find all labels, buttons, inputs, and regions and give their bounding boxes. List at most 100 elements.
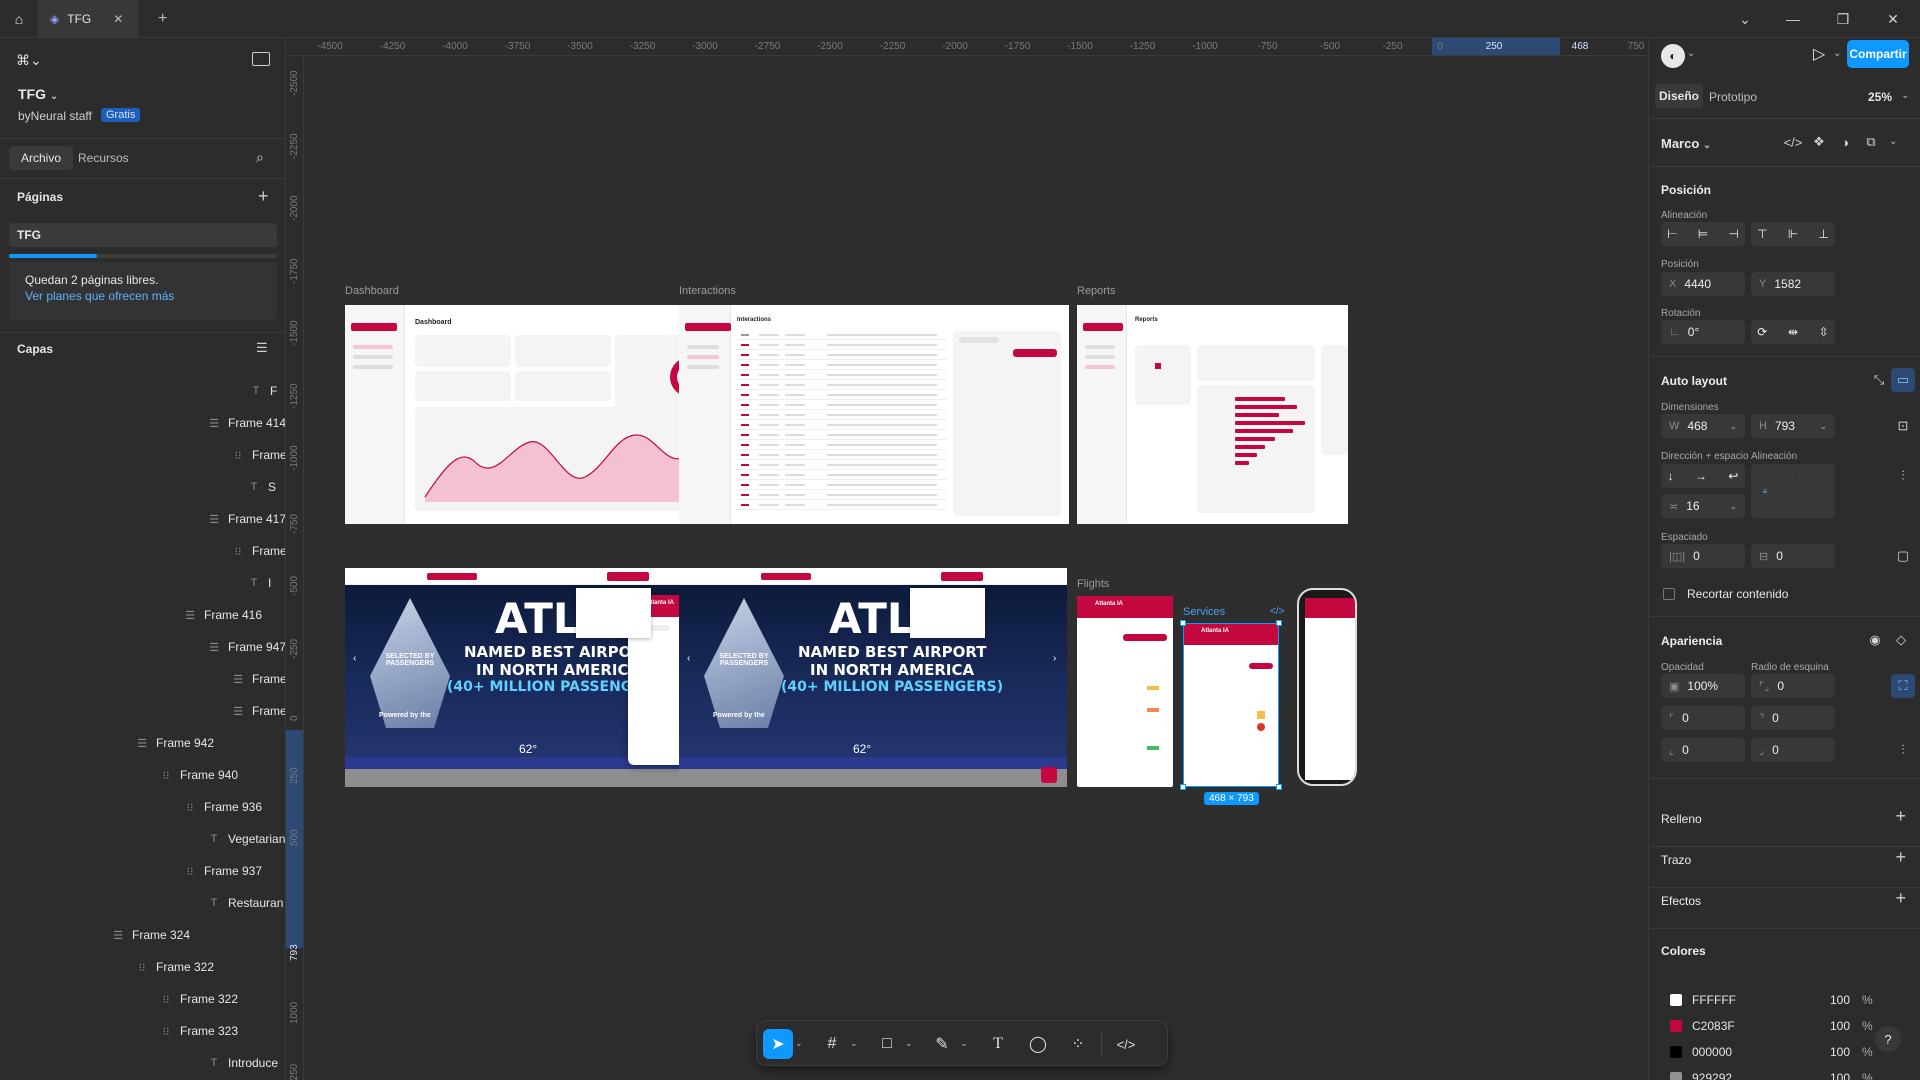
frame-label-interactions[interactable]: Interactions xyxy=(679,285,736,297)
add-stroke-icon[interactable]: + xyxy=(1895,847,1906,868)
layer-row[interactable]: T Vegetarian xyxy=(208,826,285,852)
present-play-icon[interactable]: ▷ xyxy=(1813,44,1825,64)
height-field[interactable]: H 793 ⌄ xyxy=(1751,414,1835,438)
mask-icon[interactable]: ◑ xyxy=(1833,130,1857,154)
home-tab[interactable]: ⌂ xyxy=(0,0,38,38)
frame-type-label[interactable]: Marco ⌄ xyxy=(1661,136,1711,151)
chevron-down-icon[interactable]: ⌄ xyxy=(795,1038,803,1049)
width-field[interactable]: W 468 ⌄ xyxy=(1661,414,1745,438)
file-tab[interactable]: ◈ TFG ✕ xyxy=(38,0,138,38)
text-tool-icon[interactable]: T xyxy=(983,1029,1013,1059)
rotation-field[interactable]: ∟ 0° xyxy=(1661,320,1745,344)
tab-prototipo[interactable]: Prototipo xyxy=(1709,90,1757,104)
chat-toggle-button[interactable] xyxy=(1041,767,1057,783)
collapse-layers-icon[interactable]: ☰ xyxy=(256,340,268,356)
minimize-button[interactable]: — xyxy=(1770,0,1816,38)
code-icon[interactable]: </> xyxy=(1781,130,1805,154)
clip-content-checkbox[interactable] xyxy=(1663,588,1675,600)
layer-row[interactable]: ☰ Frame 942 xyxy=(136,730,214,756)
components-tool-icon[interactable]: ⁘ xyxy=(1063,1029,1093,1059)
align-center-h-icon[interactable]: ⊨ xyxy=(1698,227,1708,241)
chevron-down-icon[interactable]: ⌄ xyxy=(1833,48,1841,59)
collapse-autolayout-icon[interactable]: ⤡ xyxy=(1867,368,1891,392)
constrain-proportions-icon[interactable]: ⊡ xyxy=(1891,414,1915,438)
layer-row[interactable]: T Restauran xyxy=(208,890,284,916)
boolean-icon[interactable]: ⧉ xyxy=(1859,130,1883,154)
color-style-row[interactable]: 000000 100% xyxy=(1661,1040,1909,1064)
frame-label-dashboard[interactable]: Dashboard xyxy=(345,285,399,297)
y-field[interactable]: Y 1582 xyxy=(1751,272,1835,296)
rotate-icon[interactable]: ⟳ xyxy=(1757,325,1767,339)
autolayout-icon[interactable]: ▭ xyxy=(1891,368,1915,392)
radius-top-left-field[interactable]: ⌜ 0 xyxy=(1661,706,1745,730)
pen-tool-icon[interactable]: ✎ xyxy=(927,1029,957,1059)
tab-recursos[interactable]: Recursos xyxy=(78,151,129,165)
chevron-down-icon[interactable]: ⌄ xyxy=(1722,0,1768,38)
project-name[interactable]: TFG ⌄ xyxy=(18,86,58,102)
frame-interactions[interactable]: Interactions xyxy=(679,305,1069,524)
layer-row[interactable]: ⁝⁝ Frame 940 xyxy=(160,762,239,788)
frame-reports[interactable]: Reports xyxy=(1077,305,1348,524)
x-field[interactable]: X 4440 xyxy=(1661,272,1745,296)
align-left-icon[interactable]: ⊢ xyxy=(1667,227,1677,241)
add-fill-icon[interactable]: + xyxy=(1895,806,1906,827)
zoom-level[interactable]: 25% xyxy=(1868,90,1892,104)
padding-vertical-field[interactable]: ⊟ 0 xyxy=(1751,544,1835,568)
design-canvas[interactable]: Dashboard Dashboard Interactions Interac… xyxy=(304,56,1648,1080)
opacity-field[interactable]: ▣ 100% xyxy=(1661,674,1745,698)
plan-badge[interactable]: Gratis xyxy=(101,108,141,122)
frame-label-services[interactable]: Services xyxy=(1183,606,1225,618)
tab-archivo[interactable]: Archivo xyxy=(9,146,73,170)
color-style-row[interactable]: C2083F 100% xyxy=(1661,1014,1909,1038)
frame-flights[interactable]: Atlanta IA xyxy=(1077,596,1173,787)
chevron-down-icon[interactable]: ⌄ xyxy=(1687,48,1695,59)
layer-row[interactable]: ☰ Frame xyxy=(232,698,285,724)
padding-horizontal-field[interactable]: |◫| 0 xyxy=(1661,544,1745,568)
layer-row[interactable]: ☰ Frame 324 xyxy=(112,922,190,948)
share-button[interactable]: Compartir xyxy=(1847,40,1909,68)
help-icon[interactable]: ? xyxy=(1875,1026,1901,1052)
gap-field[interactable]: ≍ 16 ⌄ xyxy=(1661,494,1745,518)
color-style-row[interactable]: 929292 100% xyxy=(1661,1066,1909,1080)
color-style-row[interactable]: FFFFFF 100% xyxy=(1661,988,1909,1012)
corner-smoothing-icon[interactable]: ⫶ xyxy=(1891,738,1915,762)
chevron-down-icon[interactable]: ⌄ xyxy=(1901,90,1909,101)
rectangle-tool-icon[interactable]: □ xyxy=(872,1029,902,1059)
direction-vertical-icon[interactable]: ↓ xyxy=(1668,469,1674,483)
layer-row[interactable]: ⁝⁝ Frame 322 xyxy=(136,954,215,980)
layer-row[interactable]: ☰ Frame 414 xyxy=(208,410,285,436)
layer-row[interactable]: TF xyxy=(250,378,278,404)
team-name[interactable]: byNeural staff xyxy=(18,109,92,123)
dev-mode-icon[interactable]: </> xyxy=(1111,1029,1141,1059)
frame-home[interactable]: SELECTED BY PASSENGERS ATL NAMED BEST AI… xyxy=(679,568,1067,787)
layer-row[interactable]: TI xyxy=(248,570,272,596)
layer-row[interactable]: ☰ Frame xyxy=(232,666,285,692)
carousel-prev-icon[interactable]: ‹ xyxy=(687,653,690,664)
close-window-button[interactable]: ✕ xyxy=(1870,0,1916,38)
eye-icon[interactable]: ◉ xyxy=(1863,628,1887,652)
search-icon[interactable]: ⌕ xyxy=(256,149,264,166)
tab-diseno[interactable]: Diseño xyxy=(1655,84,1703,108)
padding-detail-icon[interactable]: ▢ xyxy=(1891,544,1915,568)
align-right-icon[interactable]: ⊣ xyxy=(1728,227,1738,241)
comment-tool-icon[interactable]: ◯ xyxy=(1023,1029,1053,1059)
add-effect-icon[interactable]: + xyxy=(1895,888,1906,909)
new-tab-button[interactable]: + xyxy=(146,0,179,38)
layer-row[interactable]: ⁝⁝ Frame 936 xyxy=(184,794,263,820)
main-menu-icon[interactable]: ⌘⌄ xyxy=(16,52,42,69)
layer-row[interactable]: ☰ Frame 417 xyxy=(208,506,285,532)
close-tab-icon[interactable]: ✕ xyxy=(113,12,123,26)
blend-mode-icon[interactable]: ◇ xyxy=(1889,628,1913,652)
toggle-sidebar-icon[interactable] xyxy=(252,52,270,66)
layer-row[interactable]: TS xyxy=(248,474,276,500)
align-top-icon[interactable]: ⊤ xyxy=(1757,227,1767,241)
user-avatar[interactable]: ◐ xyxy=(1661,44,1685,68)
layer-row[interactable]: T Introduce xyxy=(208,1050,278,1076)
plans-link[interactable]: Ver planes que ofrecen más xyxy=(25,289,174,303)
component-icon[interactable]: ❖ xyxy=(1807,130,1831,154)
direction-wrap-icon[interactable]: ↩ xyxy=(1728,469,1738,483)
chevron-down-icon[interactable]: ⌄ xyxy=(905,1038,913,1049)
frame-home-chat[interactable]: SELECTED BY PASSENGERS ATL NAMED BEST AI… xyxy=(345,568,733,787)
chevron-down-icon[interactable]: ⌄ xyxy=(960,1038,968,1049)
layer-row[interactable]: ⁝⁝ Frame xyxy=(232,538,286,564)
